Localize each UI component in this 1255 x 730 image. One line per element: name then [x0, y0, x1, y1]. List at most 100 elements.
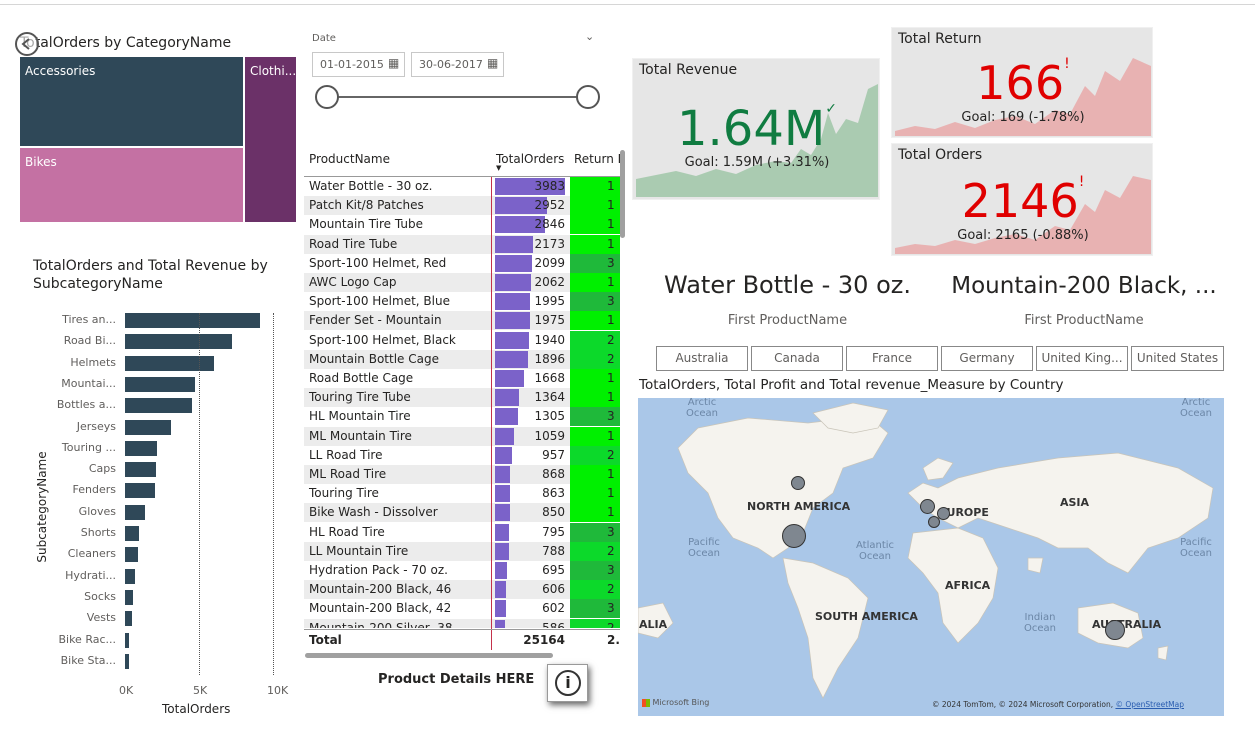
- product-name-cell: Mountain Tire Tube: [309, 217, 423, 232]
- country-germany[interactable]: Germany: [941, 346, 1033, 371]
- country-map[interactable]: Arctic Ocean Arctic Ocean Pacific Ocean …: [638, 398, 1224, 716]
- country-australia[interactable]: Australia: [656, 346, 748, 371]
- table-row[interactable]: Road Bottle Cage 1668 1: [304, 369, 620, 388]
- table-row[interactable]: Water Bottle - 30 oz. 3983 1: [304, 177, 620, 196]
- slider-start-handle[interactable]: [315, 85, 339, 109]
- product-name-cell: HL Mountain Tire: [309, 409, 411, 424]
- bubble-united-states[interactable]: [782, 524, 806, 548]
- bar[interactable]: [125, 589, 134, 605]
- table-row[interactable]: Bike Wash - Dissolver 850 1: [304, 503, 620, 523]
- col-header-orders[interactable]: TotalOrders: [496, 152, 564, 166]
- table-row[interactable]: Touring Tire 863 1: [304, 484, 620, 504]
- table-row[interactable]: ML Road Tire 868 1: [304, 465, 620, 484]
- bar[interactable]: [125, 653, 129, 669]
- bar[interactable]: [125, 334, 232, 350]
- bar[interactable]: [125, 504, 145, 520]
- focus-mode-icon[interactable]: [15, 32, 39, 56]
- end-date-input[interactable]: 30-06-2017 ▦: [411, 52, 504, 77]
- bubble-australia[interactable]: [1105, 620, 1125, 640]
- treemap-cell-bikes[interactable]: Bikes: [20, 148, 243, 222]
- bar[interactable]: [125, 419, 171, 435]
- product-table: ProductName TotalOrders ▼ Return D Water…: [304, 150, 620, 650]
- slider-end-handle[interactable]: [576, 85, 600, 109]
- date-slicer[interactable]: Date ⌄ 01-01-2015 ▦ 30-06-2017 ▦: [305, 28, 605, 128]
- country-france[interactable]: France: [846, 346, 938, 371]
- table-row[interactable]: LL Mountain Tire 788 2: [304, 541, 620, 561]
- info-button[interactable]: i: [547, 664, 588, 702]
- bar-category-label: Helmets: [70, 355, 116, 369]
- bar[interactable]: [125, 611, 133, 627]
- col-header-product[interactable]: ProductName: [309, 152, 390, 166]
- bar[interactable]: [125, 398, 192, 414]
- bubble-canada[interactable]: [791, 476, 805, 490]
- product-name-cell: ML Road Tire: [309, 467, 387, 481]
- bubble-france[interactable]: [928, 516, 940, 528]
- country-united-states[interactable]: United States: [1131, 346, 1224, 371]
- table-row[interactable]: HL Road Tire 795 3: [304, 522, 620, 542]
- copyright-text: © 2024 TomTom, © 2024 Microsoft Corporat…: [932, 700, 1116, 709]
- kpi-revenue-value: 1.64M✓: [633, 101, 881, 157]
- table-row[interactable]: Sport-100 Helmet, Red 2099 3: [304, 253, 620, 273]
- orders-cell: 1975: [534, 313, 565, 328]
- calendar-icon[interactable]: ▦: [388, 56, 399, 70]
- table-row[interactable]: Hydration Pack - 70 oz. 695 3: [304, 561, 620, 580]
- treemap-cell-accessories[interactable]: Accessories: [20, 57, 243, 146]
- bar[interactable]: [125, 568, 136, 584]
- kpi-total-return[interactable]: Total Return 166! Goal: 169 (-1.78%): [891, 27, 1153, 138]
- ocean-label: Pacific Ocean: [688, 537, 720, 559]
- slider-track[interactable]: [327, 96, 587, 98]
- map-copyright: © 2024 TomTom, © 2024 Microsoft Corporat…: [932, 700, 1184, 709]
- table-row[interactable]: Mountain Tire Tube 2846 1: [304, 215, 620, 235]
- bar[interactable]: [125, 526, 140, 541]
- return-cell: 1: [570, 234, 620, 254]
- bubble-united-kingdom[interactable]: [920, 499, 935, 514]
- return-cell: 1: [570, 273, 620, 292]
- country-canada[interactable]: Canada: [751, 346, 843, 371]
- table-row[interactable]: Sport-100 Helmet, Black 1940 2: [304, 330, 620, 350]
- orders-cell: 586: [542, 620, 565, 628]
- bar[interactable]: [125, 632, 130, 648]
- kpi-total-orders[interactable]: Total Orders 2146! Goal: 2165 (-0.88%): [891, 143, 1153, 256]
- table-row[interactable]: Patch Kit/8 Patches 2952 1: [304, 196, 620, 216]
- table-row[interactable]: Mountain-200 Black, 46 606 2: [304, 580, 620, 600]
- subcategory-bar-chart: TotalOrders and Total Revenue by Subcate…: [20, 255, 300, 725]
- product-name-cell: HL Road Tire: [309, 524, 385, 539]
- bar[interactable]: [125, 483, 155, 499]
- bar[interactable]: [125, 462, 157, 478]
- bar[interactable]: [125, 355, 214, 371]
- treemap-cell-clothing[interactable]: Clothi...: [245, 57, 296, 222]
- table-vscrollbar[interactable]: [620, 150, 625, 238]
- start-date-input[interactable]: 01-01-2015 ▦: [312, 52, 405, 77]
- table-row[interactable]: Road Tire Tube 2173 1: [304, 234, 620, 254]
- bar[interactable]: [125, 547, 138, 563]
- bar-category-label: Socks: [84, 589, 116, 603]
- bar[interactable]: [125, 440, 157, 456]
- bar[interactable]: [125, 376, 195, 392]
- table-row[interactable]: ML Mountain Tire 1059 1: [304, 426, 620, 446]
- table-row[interactable]: AWC Logo Cap 2062 1: [304, 273, 620, 292]
- table-row[interactable]: Touring Tire Tube 1364 1: [304, 388, 620, 408]
- chevron-down-icon[interactable]: ⌄: [585, 30, 594, 43]
- col-header-return[interactable]: Return D: [574, 152, 620, 166]
- x-axis-label: TotalOrders: [162, 702, 231, 716]
- table-row[interactable]: Mountain-200 Black, 42 602 3: [304, 599, 620, 619]
- table-row[interactable]: Fender Set - Mountain 1975 1: [304, 311, 620, 331]
- card-first-product-2[interactable]: Mountain-200 Black, ... First ProductNam…: [940, 268, 1228, 333]
- country-united-kingdom[interactable]: United King...: [1036, 346, 1128, 371]
- table-row[interactable]: Mountain-200 Silver, 38 586 2: [304, 618, 620, 628]
- product-name-cell: Patch Kit/8 Patches: [309, 198, 424, 213]
- table-row[interactable]: Mountain Bottle Cage 1896 2: [304, 349, 620, 369]
- bar[interactable]: [125, 313, 260, 328]
- table-row[interactable]: HL Mountain Tire 1305 3: [304, 407, 620, 427]
- table-row[interactable]: LL Road Tire 957 2: [304, 445, 620, 465]
- product-name-cell: Mountain Bottle Cage: [309, 351, 439, 366]
- return-cell: 1: [570, 465, 620, 484]
- calendar-icon[interactable]: ▦: [487, 56, 498, 70]
- top-divider: [0, 4, 1255, 5]
- table-hscrollbar[interactable]: [305, 653, 553, 658]
- kpi-total-revenue[interactable]: Total Revenue 1.64M✓ Goal: 1.59M (+3.31%…: [632, 58, 880, 200]
- card-first-product-1[interactable]: Water Bottle - 30 oz. First ProductName: [640, 268, 935, 333]
- table-row[interactable]: Sport-100 Helmet, Blue 1995 3: [304, 292, 620, 312]
- osm-link[interactable]: © OpenStreetMap: [1115, 700, 1184, 709]
- return-cell: 2: [570, 445, 620, 465]
